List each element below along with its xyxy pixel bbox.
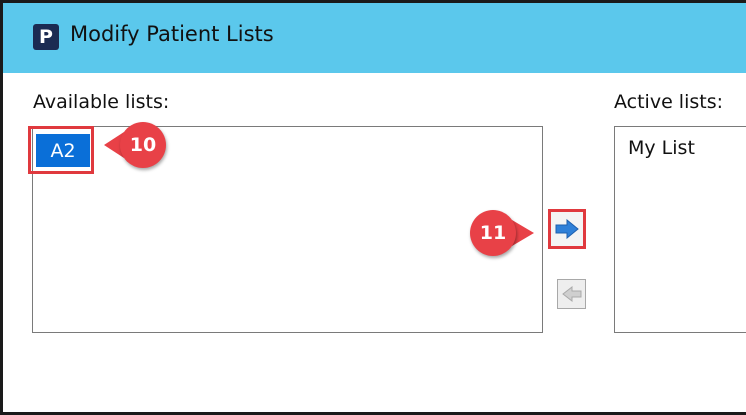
active-lists-label: Active lists: bbox=[614, 91, 724, 113]
remove-from-active-button[interactable] bbox=[557, 279, 586, 309]
left-arrow-icon bbox=[561, 286, 581, 302]
app-logo-icon: P bbox=[33, 24, 59, 50]
add-to-active-button[interactable] bbox=[548, 209, 586, 249]
callout-number: 11 bbox=[470, 210, 516, 256]
callout-10: 10 bbox=[100, 122, 166, 168]
callout-highlight-a2 bbox=[28, 126, 94, 174]
active-list-item-my-list[interactable]: My List bbox=[628, 137, 695, 159]
callout-number: 10 bbox=[120, 122, 166, 168]
right-arrow-icon bbox=[555, 219, 579, 239]
window-title: Modify Patient Lists bbox=[70, 22, 274, 46]
available-lists-label: Available lists: bbox=[33, 91, 170, 113]
callout-11: 11 bbox=[470, 210, 538, 256]
